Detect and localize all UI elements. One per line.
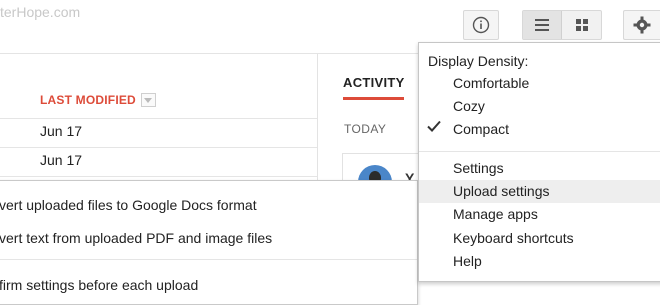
grid-view-button[interactable] [562,11,601,39]
density-cozy[interactable]: Cozy [419,95,660,118]
convert-docs-option[interactable]: vert uploaded files to Google Docs forma… [0,197,257,213]
site-watermark: terHope.com [0,4,81,20]
settings-gear-button[interactable] [623,10,660,40]
menu-item-keyboard-shortcuts[interactable]: Keyboard shortcuts [419,227,660,250]
file-row-modified[interactable]: Jun 17 [40,152,82,168]
density-compact[interactable]: Compact [419,118,660,141]
settings-dropdown-menu: Display Density: Comfortable Cozy Compac… [418,42,660,282]
menu-item-help[interactable]: Help [419,250,660,273]
info-icon [472,16,490,34]
menu-item-settings[interactable]: Settings [419,157,660,180]
info-button[interactable] [463,10,499,40]
gear-icon [633,16,650,34]
file-row-modified[interactable]: Jun 17 [40,123,82,139]
menu-item-manage-apps[interactable]: Manage apps [419,203,660,226]
display-density-heading: Display Density: [428,53,529,69]
row-divider [0,118,317,119]
tab-activity[interactable]: ACTIVITY [343,75,405,90]
list-view-button[interactable] [523,11,563,39]
list-view-icon [535,19,549,31]
last-modified-column-header[interactable]: LAST MODIFIED [40,93,156,107]
today-section-label: TODAY [344,122,387,136]
active-tab-underline [343,97,404,100]
submenu-divider [0,259,417,260]
grid-view-icon [575,19,588,31]
last-modified-label: LAST MODIFIED [40,93,136,107]
chevron-down-icon [144,97,153,103]
convert-ocr-option[interactable]: vert text from uploaded PDF and image fi… [0,230,272,246]
menu-item-upload-settings[interactable]: Upload settings [419,180,660,203]
menu-divider [419,151,660,152]
row-divider [0,176,317,177]
view-toggle-group [522,10,602,40]
sort-menu-toggle[interactable] [140,93,156,107]
upload-settings-submenu: vert uploaded files to Google Docs forma… [0,180,418,305]
checkmark-icon [427,120,441,132]
density-comfortable[interactable]: Comfortable [419,72,660,95]
confirm-upload-option[interactable]: firm settings before each upload [0,277,198,293]
row-divider [0,147,317,148]
